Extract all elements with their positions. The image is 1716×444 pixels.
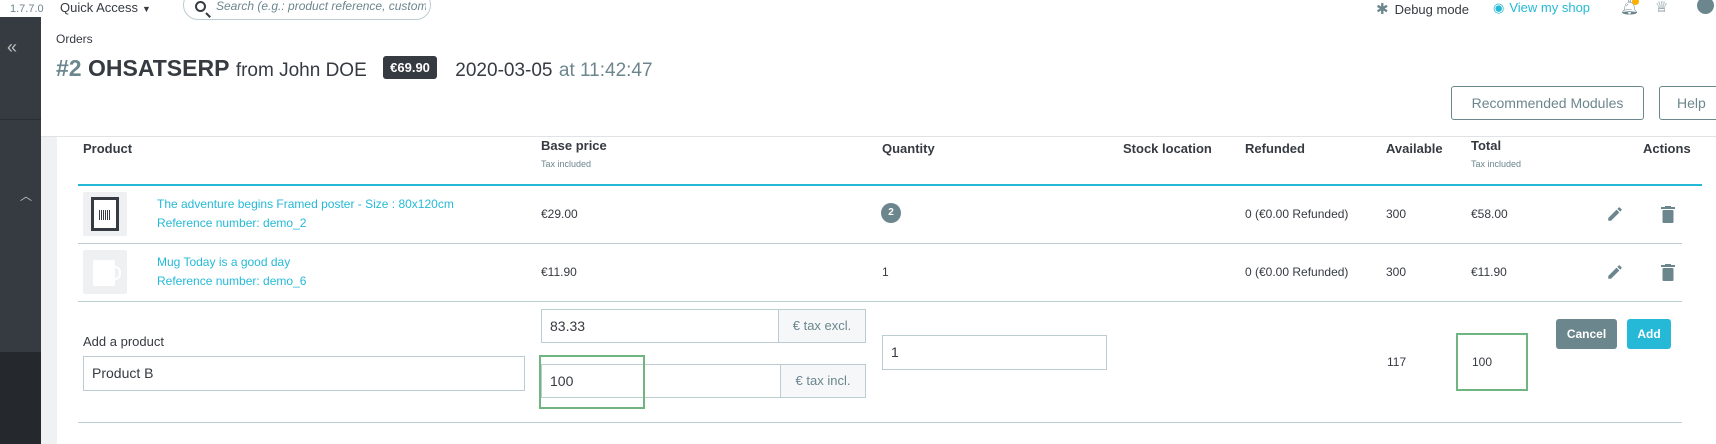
base-price-header-label: Base price <box>541 138 607 153</box>
cancel-button[interactable]: Cancel <box>1556 319 1617 349</box>
view-shop-link[interactable]: ◉ View my shop <box>1493 0 1590 16</box>
edit-pencil-icon[interactable] <box>1606 205 1624 223</box>
product-reference-link[interactable]: Reference number: demo_6 <box>157 272 306 291</box>
order-date: 2020-03-05 <box>455 60 553 81</box>
order-reference: OHSATSERP <box>87 55 230 81</box>
quick-access-label: Quick Access <box>60 0 139 15</box>
available-value: 300 <box>1386 207 1407 221</box>
add-product-search-input[interactable]: Product B <box>83 356 525 391</box>
edit-pencil-icon[interactable] <box>1606 263 1624 281</box>
quantity-value: 1 <box>882 265 889 279</box>
recommended-modules-button[interactable]: Recommended Modules <box>1451 86 1644 120</box>
row-divider <box>78 301 1682 302</box>
delete-trash-icon[interactable] <box>1661 264 1675 281</box>
column-header-quantity: Quantity <box>882 141 935 156</box>
table-header-underline <box>78 184 1702 186</box>
bug-icon: ✱ <box>1376 1 1389 18</box>
row-divider <box>78 243 1682 244</box>
refunded-value: 0 (€0.00 Refunded) <box>1245 265 1349 279</box>
sidebar-divider <box>0 119 41 120</box>
debug-mode-link[interactable]: ✱ Debug mode <box>1376 0 1469 18</box>
top-bar: 1.7.7.0 Quick Access ▼ Search (e.g.: prod… <box>0 0 1716 20</box>
product-thumbnail <box>83 192 127 236</box>
column-header-total: Total Tax included <box>1471 138 1521 169</box>
column-header-stock-location: Stock location <box>1123 141 1212 156</box>
user-avatar-icon[interactable] <box>1697 0 1714 14</box>
content-gutter <box>41 137 57 444</box>
row-divider <box>78 422 1682 423</box>
total-header-sub: Tax included <box>1471 159 1522 169</box>
total-value: €58.00 <box>1471 207 1508 221</box>
base-price-header-sub: Tax included <box>541 159 592 169</box>
search-icon <box>195 1 206 12</box>
collapse-sidebar-icon[interactable]: « <box>7 37 17 58</box>
version-label: 1.7.7.0 <box>10 3 44 15</box>
debug-mode-label: Debug mode <box>1394 2 1470 17</box>
base-price-value: €29.00 <box>541 207 578 221</box>
column-header-refunded: Refunded <box>1245 141 1305 156</box>
column-header-base-price: Base price Tax included <box>541 138 607 169</box>
trophy-icon[interactable]: ♕ <box>1655 0 1668 16</box>
search-box[interactable]: Search (e.g.: product reference, custome <box>183 0 431 20</box>
base-price-value: €11.90 <box>541 265 577 279</box>
sidebar-footer <box>0 352 41 444</box>
add-product-label: Add a product <box>83 334 164 349</box>
available-value: 300 <box>1386 265 1407 279</box>
header-divider <box>41 136 1716 137</box>
column-header-available: Available <box>1386 141 1443 156</box>
order-number: #2 <box>56 55 82 81</box>
price-tax-excl-input[interactable]: 83.33 <box>541 309 779 343</box>
product-name-link[interactable]: The adventure begins Framed poster - Siz… <box>157 195 454 214</box>
price-tax-excl-addon: € tax excl. <box>778 309 866 343</box>
refunded-value: 0 (€0.00 Refunded) <box>1245 207 1349 221</box>
mug-image <box>93 260 121 286</box>
product-thumbnail <box>83 250 127 294</box>
caret-down-icon: ▼ <box>142 4 151 14</box>
column-header-actions: Actions <box>1643 141 1691 156</box>
price-incl-highlight <box>539 355 645 409</box>
order-total-badge: €69.90 <box>383 56 437 80</box>
chevron-up-icon[interactable]: ︿ <box>20 187 32 204</box>
total-header-label: Total <box>1471 138 1502 153</box>
quantity-badge: 2 <box>881 203 901 223</box>
eye-icon: ◉ <box>1493 0 1505 15</box>
product-name-link[interactable]: Mug Today is a good day <box>157 253 290 272</box>
column-header-product: Product <box>83 141 133 156</box>
order-time: at 11:42:47 <box>558 60 653 81</box>
sidebar: « ︿ <box>0 17 41 444</box>
quick-access-menu[interactable]: Quick Access ▼ <box>60 0 151 15</box>
poster-image <box>91 197 119 231</box>
customer-name: from John DOE <box>235 60 367 81</box>
breadcrumb[interactable]: Orders <box>56 32 93 46</box>
add-total-value: 100 <box>1472 355 1493 369</box>
add-quantity-input[interactable]: 1 <box>882 335 1107 370</box>
delete-trash-icon[interactable] <box>1661 206 1675 223</box>
help-button[interactable]: Help <box>1659 86 1716 120</box>
add-available-value: 117 <box>1387 355 1407 369</box>
add-button[interactable]: Add <box>1627 319 1671 349</box>
price-tax-incl-addon: € tax incl. <box>780 364 866 398</box>
search-input[interactable]: Search (e.g.: product reference, custome <box>216 0 426 13</box>
page-title: #2 OHSATSERP from John DOE €69.90 2020-0… <box>56 55 653 82</box>
total-value: €11.90 <box>1471 265 1507 279</box>
view-shop-label: View my shop <box>1509 0 1591 15</box>
product-reference-link[interactable]: Reference number: demo_2 <box>157 214 306 233</box>
